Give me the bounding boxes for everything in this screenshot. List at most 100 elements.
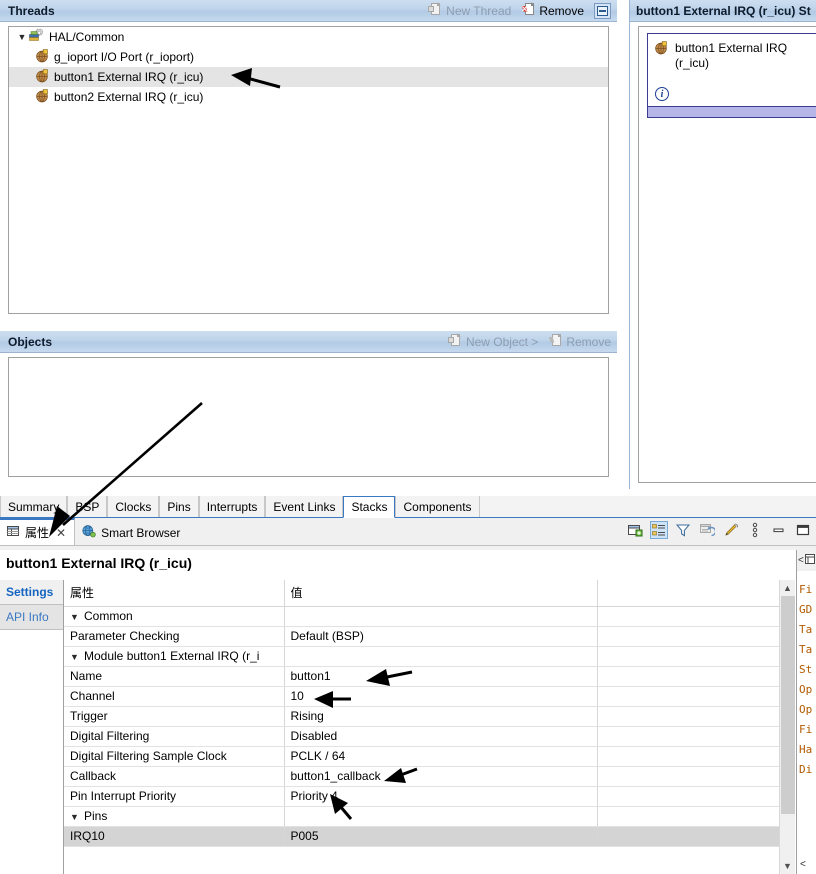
scroll-up-icon[interactable]: ▲ [780, 580, 795, 596]
remove-thread-label: Remove [539, 3, 584, 18]
remove-icon [548, 333, 563, 350]
tree-item-label: g_ioport I/O Port (r_ioport) [54, 50, 195, 64]
chevron-down-icon[interactable]: ▼ [15, 32, 29, 42]
table-row[interactable]: ▼ Pins [64, 806, 782, 827]
side-tab-settings[interactable]: Settings [0, 580, 63, 605]
tab-interrupts[interactable]: Interrupts [198, 496, 266, 517]
cell-value[interactable]: button1 [284, 666, 598, 687]
cell-value[interactable]: Default (BSP) [284, 626, 598, 647]
property-group-pins[interactable]: ▼ Pins [64, 806, 285, 827]
tab-stacks[interactable]: Stacks [343, 496, 396, 518]
list-item[interactable]: Ha [799, 743, 816, 763]
cell-value[interactable]: 10 [284, 686, 598, 707]
list-item[interactable]: Fi [799, 583, 816, 603]
cell-property: Channel [64, 686, 285, 707]
table-row[interactable]: Callback button1_callback [64, 766, 782, 787]
smart-browser-results[interactable]: Fi GD Ta Ta St Op Op Fi Ha Di [797, 571, 816, 783]
table-row[interactable]: ▼ Module button1 External IRQ (r_i [64, 646, 782, 667]
minimize-icon[interactable] [594, 2, 611, 19]
table-row[interactable]: Digital Filtering Disabled [64, 726, 782, 747]
property-group-module[interactable]: ▼ Module button1 External IRQ (r_i [64, 646, 285, 667]
show-categories-icon[interactable] [650, 521, 668, 539]
tab-bsp[interactable]: BSP [67, 496, 108, 517]
cell-value[interactable]: Priority 4 [284, 786, 598, 807]
list-item[interactable]: Ta [799, 623, 816, 643]
smart-browser-scroll-left[interactable]: < [797, 859, 816, 870]
smart-browser-icon[interactable] [804, 553, 816, 568]
column-header-value[interactable]: 值 [284, 580, 598, 607]
threads-header-actions: New Thread Remove [428, 2, 615, 19]
scrollbar-thumb[interactable] [781, 596, 795, 814]
stack-module-body: button1 External IRQ (r_icu) i [648, 34, 816, 106]
list-item[interactable]: Fi [799, 723, 816, 743]
tab-smart-browser[interactable]: Smart Browser [75, 520, 189, 545]
cell-value[interactable] [284, 646, 598, 667]
remove-thread-button[interactable]: Remove [521, 2, 584, 19]
chevron-down-icon[interactable]: ▼ [70, 812, 84, 822]
table-row[interactable]: ▼ Common [64, 606, 782, 627]
close-icon[interactable]: ✕ [56, 526, 66, 540]
cell-value[interactable] [284, 806, 598, 827]
table-row[interactable]: Channel 10 [64, 686, 782, 707]
cell-value[interactable]: PCLK / 64 [284, 746, 598, 767]
info-icon[interactable]: i [655, 87, 669, 101]
tree-item-label: button1 External IRQ (r_icu) [54, 70, 204, 84]
list-item[interactable]: St [799, 663, 816, 683]
pin-icon[interactable] [722, 521, 740, 539]
tab-event-links[interactable]: Event Links [265, 496, 344, 517]
property-group-common[interactable]: ▼ Common [64, 606, 285, 627]
tree-item-hal-common[interactable]: ▼ HAL/Common [9, 27, 608, 47]
view-menu-icon[interactable] [746, 521, 764, 539]
remove-object-button[interactable]: Remove [548, 333, 611, 350]
cell-value[interactable]: button1_callback [284, 766, 598, 787]
properties-scrollbar[interactable]: ▲ ▼ [779, 580, 795, 874]
threads-panel-header: Threads New Thread Remove [0, 0, 617, 22]
objects-list[interactable] [8, 357, 609, 477]
new-thread-button[interactable]: New Thread [428, 2, 511, 19]
list-item[interactable]: Op [799, 703, 816, 723]
table-row[interactable]: Pin Interrupt Priority Priority 4 [64, 786, 782, 807]
tab-components[interactable]: Components [395, 496, 480, 517]
tab-summary[interactable]: Summary [0, 496, 68, 517]
cell-extra [597, 686, 782, 707]
list-item[interactable]: Ta [799, 643, 816, 663]
stack-canvas[interactable]: button1 External IRQ (r_icu) i [638, 26, 816, 483]
threads-tree[interactable]: ▼ HAL/Common g_ioport I/O Port (r_ioport… [8, 26, 609, 314]
chevron-down-icon[interactable]: ▼ [70, 612, 84, 622]
cell-value[interactable] [284, 606, 598, 627]
cell-value[interactable]: P005 [284, 826, 598, 847]
tab-pins[interactable]: Pins [159, 496, 199, 517]
column-header-property[interactable]: 属性 [64, 580, 285, 607]
stack-module-box[interactable]: button1 External IRQ (r_icu) i [647, 33, 816, 118]
new-object-button[interactable]: New Object > [447, 333, 538, 350]
filter-icon[interactable] [674, 521, 692, 539]
tree-item-g-ioport[interactable]: g_ioport I/O Port (r_ioport) [9, 47, 608, 67]
list-item[interactable]: Op [799, 683, 816, 703]
cell-value[interactable]: Rising [284, 706, 598, 727]
table-row[interactable]: Trigger Rising [64, 706, 782, 727]
cell-extra [597, 666, 782, 687]
restore-default-icon[interactable] [698, 521, 716, 539]
list-item[interactable]: Di [799, 763, 816, 783]
minimize-icon[interactable] [770, 521, 788, 539]
column-header-extra[interactable] [597, 580, 782, 607]
cell-value[interactable]: Disabled [284, 726, 598, 747]
new-view-icon[interactable] [626, 521, 644, 539]
maximize-icon[interactable] [794, 521, 812, 539]
tab-clocks[interactable]: Clocks [107, 496, 160, 517]
side-tab-api-info[interactable]: API Info [0, 605, 63, 630]
threads-title: Threads [8, 3, 55, 18]
tree-item-button2[interactable]: button2 External IRQ (r_icu) [9, 87, 608, 107]
table-row[interactable]: IRQ10 P005 [64, 826, 782, 847]
table-row[interactable]: Parameter Checking Default (BSP) [64, 626, 782, 647]
tab-properties[interactable]: 属性 ✕ [0, 518, 76, 545]
chevron-down-icon[interactable]: ▼ [70, 652, 84, 662]
cell-property: Digital Filtering Sample Clock [64, 746, 285, 767]
table-row[interactable]: Digital Filtering Sample Clock PCLK / 64 [64, 746, 782, 767]
tree-item-button1[interactable]: button1 External IRQ (r_icu) [9, 67, 608, 87]
scroll-down-icon[interactable]: ▼ [780, 858, 795, 874]
module-icon [35, 68, 50, 86]
list-item[interactable]: GD [799, 603, 816, 623]
properties-table-wrap: 属性 值 ▼ Common Parameter Checking Default… [64, 580, 795, 874]
table-row[interactable]: Name button1 [64, 666, 782, 687]
